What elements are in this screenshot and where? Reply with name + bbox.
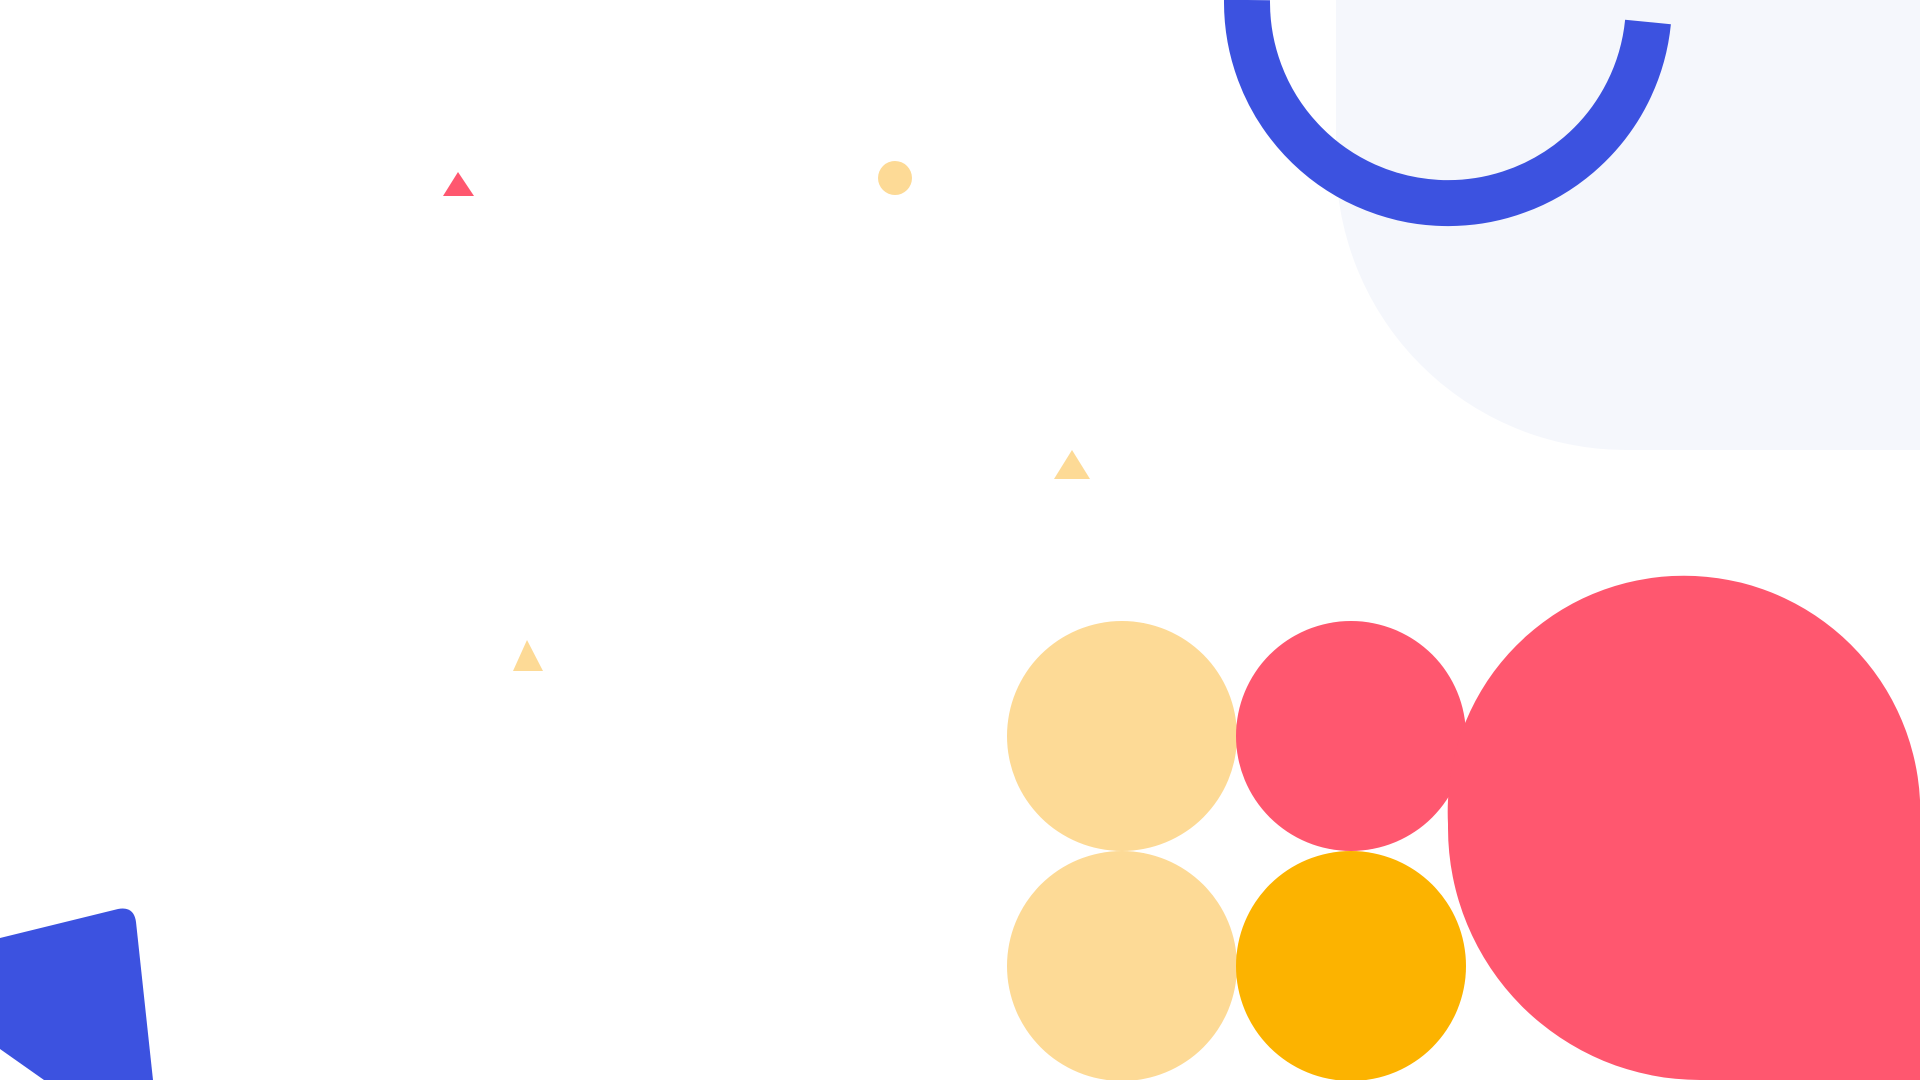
light-yellow-circle-top bbox=[1007, 621, 1237, 851]
yellow-dot-small bbox=[878, 161, 912, 195]
decorative-shapes-canvas bbox=[0, 0, 1920, 1080]
light-yellow-circle-bottom bbox=[1007, 851, 1237, 1080]
amber-circle-bottom bbox=[1236, 851, 1466, 1080]
red-circle-top bbox=[1236, 621, 1466, 851]
blue-polygon-bottom-left bbox=[0, 908, 153, 1080]
